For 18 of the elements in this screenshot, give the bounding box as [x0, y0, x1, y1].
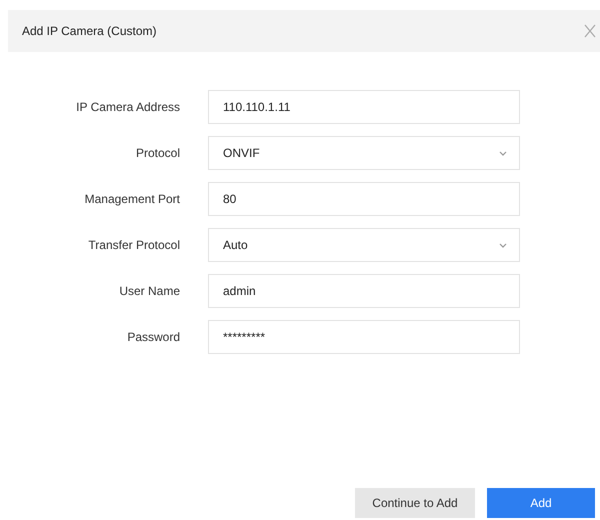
input-field[interactable]: *********: [208, 320, 520, 354]
field-label: Protocol: [134, 146, 180, 160]
field-label: Management Port: [84, 192, 180, 206]
input-field[interactable]: 110.110.1.11: [208, 90, 520, 124]
field-label: Transfer Protocol: [87, 238, 180, 252]
dropdown[interactable]: ONVIF: [208, 136, 520, 170]
caret-icon: [499, 241, 507, 249]
field-label: User Name: [118, 284, 180, 298]
input-field[interactable]: admin: [208, 274, 520, 308]
dropdown[interactable]: Auto: [208, 228, 520, 262]
continue-button[interactable]: Continue to Add: [355, 488, 475, 518]
dialog-title: Add IP Camera (Custom): [22, 24, 156, 38]
input-field[interactable]: 80: [208, 182, 520, 216]
field-label: Password: [126, 330, 180, 344]
add-button[interactable]: Add: [487, 488, 595, 518]
close-icon[interactable]: [584, 24, 596, 38]
field-label: IP Camera Address: [75, 100, 180, 114]
caret-icon: [499, 149, 507, 157]
